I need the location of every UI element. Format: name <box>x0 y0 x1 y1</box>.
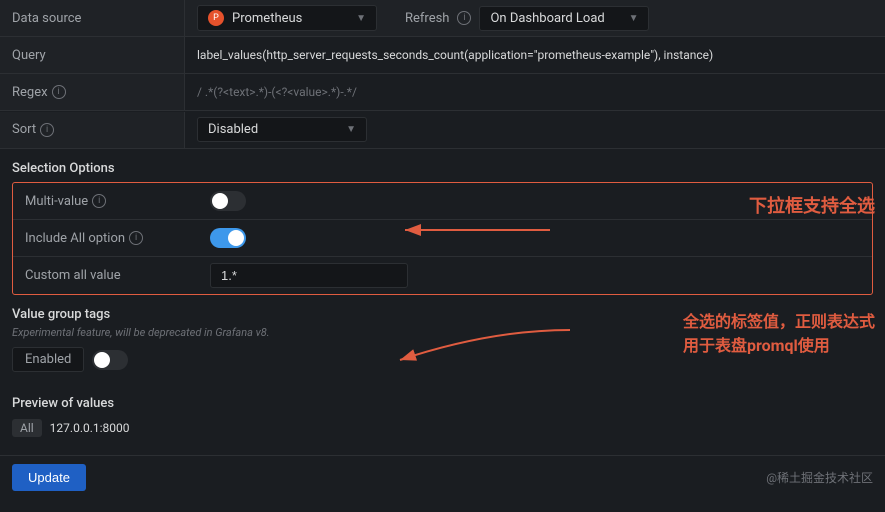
custom-all-label: Custom all value <box>13 258 198 294</box>
regex-text: / .*(?<text>.*)-(<?<value>.*)-.*/ <box>197 85 357 99</box>
multi-value-label: Multi-value i <box>13 183 198 219</box>
datasource-select[interactable]: P Prometheus ▼ <box>197 5 377 31</box>
prometheus-icon: P <box>208 10 224 26</box>
refresh-option: On Dashboard Load <box>490 11 604 26</box>
multi-value-toggle-knob <box>212 193 228 209</box>
query-text: label_values(http_server_requests_second… <box>197 48 713 62</box>
watermark-text: @稀土掘金技术社区 <box>766 469 873 486</box>
annotation-arrow-2 <box>390 320 590 370</box>
preview-title: Preview of values <box>12 396 873 411</box>
multi-value-toggle[interactable] <box>210 191 246 211</box>
query-row: Query label_values(http_server_requests_… <box>0 37 885 74</box>
refresh-info-icon[interactable]: i <box>457 11 471 25</box>
regex-label-text: Regex <box>12 85 48 100</box>
annotation-text-1: 下拉框支持全选 <box>749 192 875 218</box>
datasource-row: Data source P Prometheus ▼ Refresh i On … <box>0 0 885 37</box>
sort-selected-option: Disabled <box>208 122 258 137</box>
value-group-enabled-badge: Enabled <box>12 347 84 372</box>
custom-all-input[interactable] <box>210 263 408 288</box>
datasource-name: Prometheus <box>232 11 302 26</box>
include-all-label-text: Include All option <box>25 231 125 246</box>
sort-row: Sort i Disabled ▼ <box>0 111 885 149</box>
selection-options-section: Selection Options Multi-value i <box>0 149 885 295</box>
custom-all-value <box>198 257 872 294</box>
query-label: Query <box>0 37 185 73</box>
preview-all-badge: All <box>12 419 42 437</box>
refresh-section: Refresh i On Dashboard Load ▼ <box>393 6 661 31</box>
include-all-info-icon[interactable]: i <box>129 231 143 245</box>
selection-options-area: Multi-value i Include All option i <box>0 182 885 295</box>
regex-info-icon[interactable]: i <box>52 85 66 99</box>
value-group-toggle-knob <box>94 352 110 368</box>
custom-all-label-text: Custom all value <box>25 268 121 283</box>
datasource-label-text: Data source <box>12 11 81 26</box>
refresh-select[interactable]: On Dashboard Load ▼ <box>479 6 649 31</box>
annotation-text-2: 全选的标签值，正则表达式 用于表盘promql使用 <box>683 310 875 358</box>
annotation1-text: 下拉框支持全选 <box>749 196 875 217</box>
multi-value-label-text: Multi-value <box>25 194 88 209</box>
datasource-label: Data source <box>0 0 185 36</box>
refresh-arrow-icon: ▼ <box>629 13 639 24</box>
custom-all-row: Custom all value <box>13 257 872 294</box>
sort-label: Sort i <box>0 112 185 148</box>
include-all-toggle[interactable] <box>210 228 246 248</box>
value-group-toggle[interactable] <box>92 350 128 370</box>
preview-values: All 127.0.0.1:8000 <box>12 419 873 437</box>
regex-value: / .*(?<text>.*)-(<?<value>.*)-.*/ <box>185 79 885 105</box>
sort-arrow-icon: ▼ <box>346 124 356 135</box>
sort-select[interactable]: Disabled ▼ <box>197 117 367 142</box>
multi-value-info-icon[interactable]: i <box>92 194 106 208</box>
preview-section: Preview of values All 127.0.0.1:8000 <box>0 384 885 449</box>
selection-options-title: Selection Options <box>12 161 115 176</box>
regex-row: Regex i / .*(?<text>.*)-(<?<value>.*)-.*… <box>0 74 885 111</box>
bottom-bar: Update @稀土掘金技术社区 <box>0 455 885 499</box>
regex-label: Regex i <box>0 74 185 110</box>
update-button[interactable]: Update <box>12 464 86 491</box>
sort-value: Disabled ▼ <box>185 111 885 148</box>
include-all-toggle-knob <box>228 230 244 246</box>
include-all-label: Include All option i <box>13 220 198 256</box>
preview-value-item: 127.0.0.1:8000 <box>50 421 130 435</box>
query-label-text: Query <box>12 48 46 63</box>
annotation-arrow-1 <box>395 210 555 250</box>
sort-label-text: Sort <box>12 122 36 137</box>
refresh-label: Refresh <box>405 11 449 26</box>
datasource-arrow-icon: ▼ <box>356 13 366 24</box>
selection-options-header: Selection Options <box>0 149 885 182</box>
query-value: label_values(http_server_requests_second… <box>185 42 885 68</box>
sort-info-icon[interactable]: i <box>40 123 54 137</box>
